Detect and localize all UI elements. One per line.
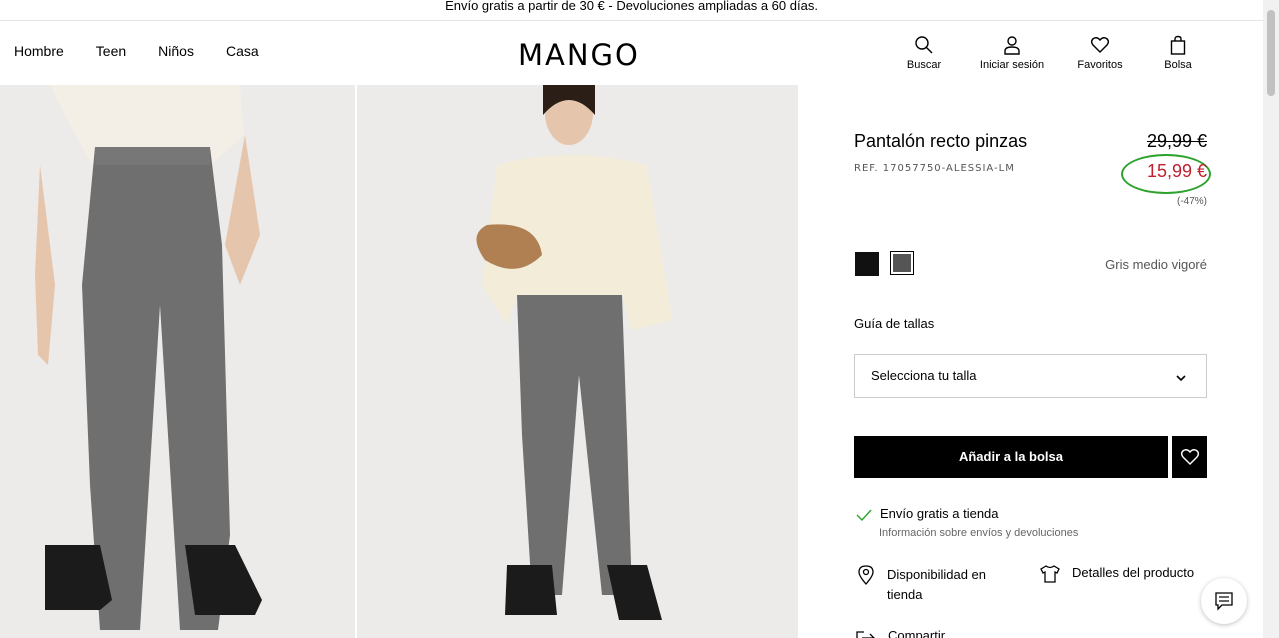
product-title: Pantalón recto pinzas	[854, 131, 1028, 151]
promo-text: Envío gratis a partir de 30 € - Devoluci…	[445, 0, 818, 13]
shipping-info-link[interactable]: Información sobre envíos y devoluciones	[879, 527, 1078, 539]
promo-banner: Envío gratis a partir de 30 € - Devoluci…	[0, 0, 1263, 21]
heart-icon	[1090, 37, 1110, 53]
colour-swatches	[854, 251, 914, 277]
product-details-label: Detalles del producto	[1072, 565, 1195, 580]
heart-icon	[1180, 449, 1199, 465]
bag-icon	[1170, 35, 1186, 55]
colour-swatch-black[interactable]	[855, 252, 879, 276]
colour-swatch-grey[interactable]	[890, 251, 914, 275]
page-scrollbar[interactable]	[1263, 0, 1279, 638]
add-to-bag-button[interactable]: Añadir a la bolsa	[854, 436, 1168, 478]
nav-item-casa[interactable]: Casa	[226, 43, 259, 59]
sale-price: 15,99 €	[1146, 161, 1207, 181]
size-select[interactable]: Selecciona tu talla	[854, 354, 1207, 398]
search-label: Buscar	[906, 59, 942, 71]
product-photo-model[interactable]	[357, 85, 798, 638]
brand-logo[interactable]: MANGO	[518, 38, 640, 72]
selected-colour-name: Gris medio vigoré	[1105, 257, 1207, 272]
tshirt-icon	[1040, 565, 1060, 583]
share-icon	[856, 631, 875, 638]
scrollbar-thumb[interactable]	[1267, 10, 1275, 96]
original-price: 29,99 €	[1146, 131, 1207, 151]
header-actions: Buscar Iniciar sesión Favoritos Bolsa	[895, 35, 1207, 71]
user-icon	[1004, 36, 1020, 55]
product-details-button[interactable]: Detalles del producto	[1040, 565, 1194, 586]
nav-item-ninos[interactable]: Niños	[158, 43, 194, 59]
chat-button[interactable]	[1201, 578, 1247, 624]
product-reference: REF. 17057750-ALESSIA-LM	[854, 163, 1015, 174]
search-button[interactable]: Buscar	[895, 35, 953, 71]
share-button[interactable]: Compartir	[856, 628, 945, 638]
nav-item-hombre[interactable]: Hombre	[14, 43, 64, 59]
discount-percentage: (-47%)	[1176, 196, 1207, 207]
size-guide-link[interactable]: Guía de tallas	[854, 316, 934, 331]
check-icon	[856, 509, 872, 522]
favorites-button[interactable]: Favoritos	[1071, 35, 1129, 71]
nav-item-teen[interactable]: Teen	[96, 43, 126, 59]
chat-icon	[1215, 592, 1233, 611]
search-icon	[915, 36, 933, 54]
site-header: Hombre Teen Niños Casa MANGO Buscar Inic…	[0, 21, 1263, 85]
favorites-label: Favoritos	[1077, 59, 1123, 71]
bag-button[interactable]: Bolsa	[1149, 35, 1207, 71]
product-photo-front[interactable]	[0, 85, 355, 638]
store-availability-button[interactable]: Disponibilidad en tienda	[858, 565, 998, 602]
share-label: Compartir	[888, 628, 946, 638]
bag-label: Bolsa	[1164, 59, 1192, 71]
product-gallery	[0, 85, 798, 638]
login-button[interactable]: Iniciar sesión	[973, 35, 1051, 71]
main-nav: Hombre Teen Niños Casa	[14, 43, 259, 59]
location-pin-icon	[858, 565, 874, 585]
shipping-label: Envío gratis a tienda	[880, 506, 999, 521]
login-label: Iniciar sesión	[979, 59, 1045, 71]
chevron-down-icon	[1176, 375, 1186, 382]
add-to-favorites-button[interactable]	[1172, 436, 1207, 478]
size-select-placeholder: Selecciona tu talla	[871, 368, 977, 383]
store-availability-label: Disponibilidad en tienda	[887, 567, 987, 602]
